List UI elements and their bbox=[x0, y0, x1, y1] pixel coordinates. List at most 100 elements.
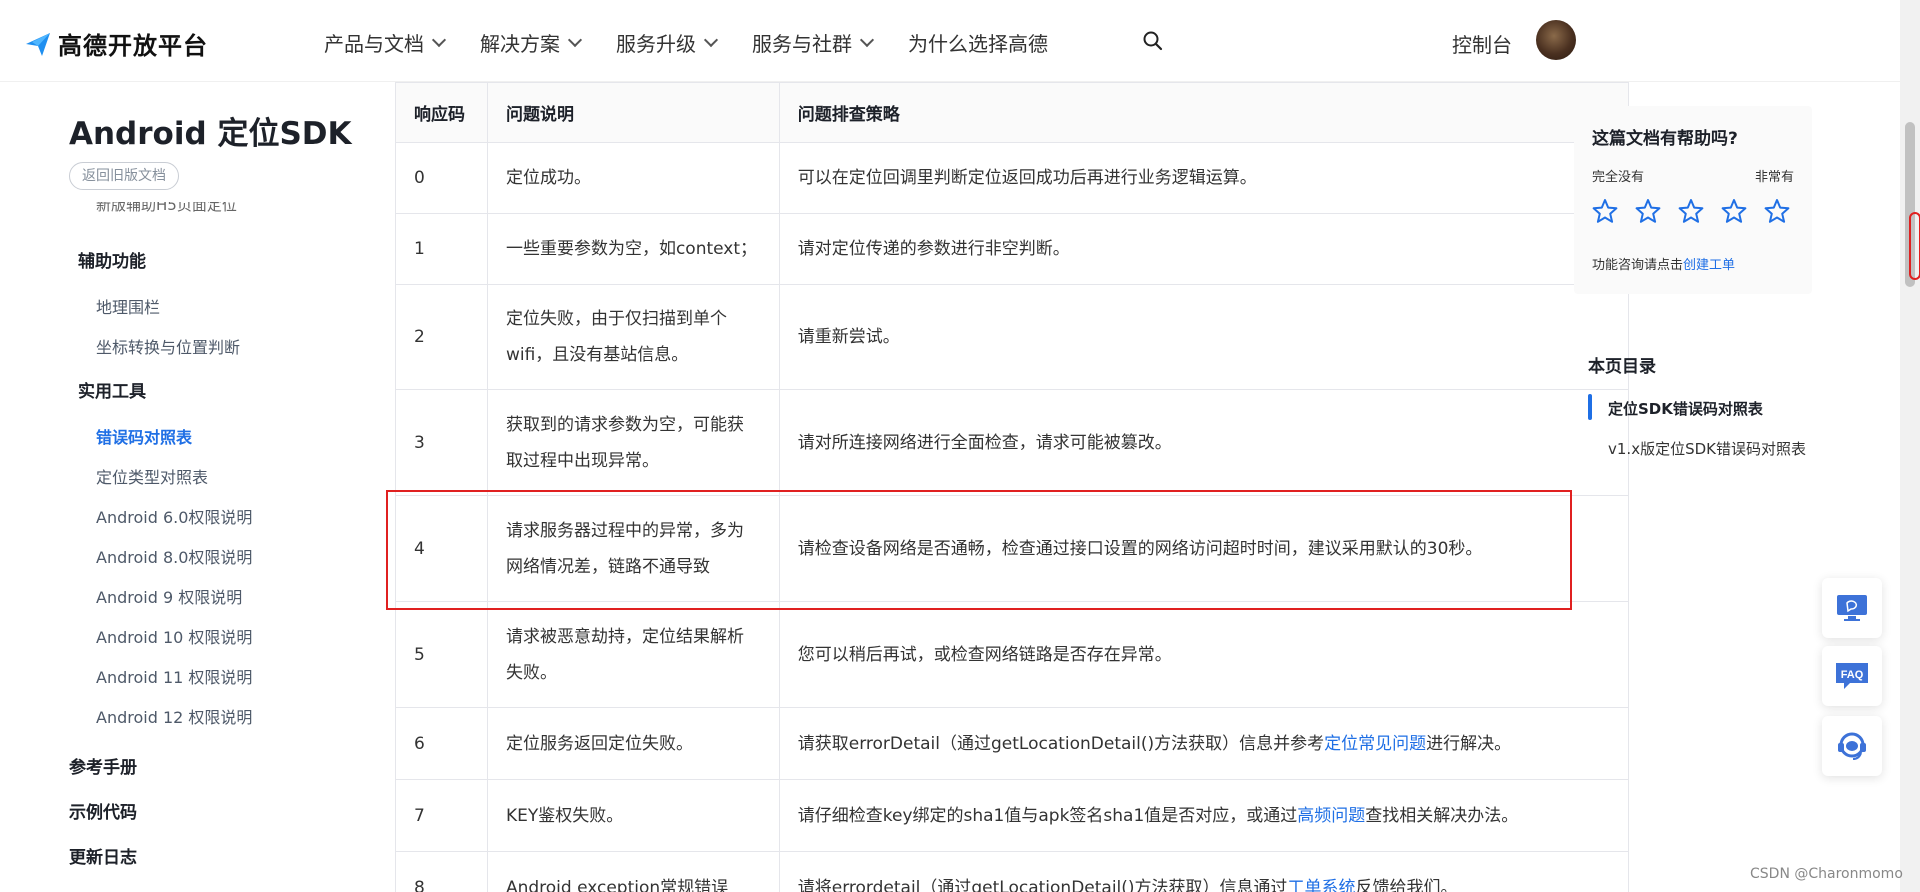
header-code: 响应码 bbox=[395, 82, 488, 143]
nav-label: 服务升级 bbox=[616, 32, 696, 56]
table-header-row: 响应码 问题说明 问题排查策略 bbox=[395, 82, 1629, 143]
cell-code: 5 bbox=[395, 601, 488, 708]
strategy-text: 查找相关解决办法。 bbox=[1365, 805, 1519, 826]
sidebar-item-android9[interactable]: Android 9 权限说明 bbox=[96, 584, 242, 608]
strategy-text: 请将errordetail（通过getLocationDetail()方法获取）… bbox=[797, 877, 1288, 892]
table-row: 5 请求被恶意劫持，定位结果解析失败。 您可以稍后再试，或检查网络链路是否存在异… bbox=[395, 601, 1629, 708]
ticket-system-link[interactable]: 工单系统 bbox=[1288, 878, 1356, 892]
page-scrollbar[interactable] bbox=[1900, 0, 1920, 892]
float-button-faq[interactable]: FAQ bbox=[1822, 646, 1882, 706]
logo-text: 高德开放平台 bbox=[58, 32, 208, 60]
table-row: 8 Android exception常规错误 请将errordetail（通过… bbox=[395, 851, 1629, 892]
cell-desc: 一些重要参数为空，如context； bbox=[486, 213, 780, 285]
top-navbar: 高德开放平台 产品与文档 解决方案 服务升级 服务与社群 为什么选择高德 控制台 bbox=[0, 0, 1900, 82]
feedback-card: 这篇文档有帮助吗? 完全没有 非常有 功能咨询请点击创建工单 bbox=[1574, 106, 1812, 294]
faq-link[interactable]: 定位常见问题 bbox=[1324, 734, 1426, 754]
sdk-title: Android 定位SDK bbox=[69, 116, 352, 152]
cell-code: 4 bbox=[395, 495, 488, 602]
toc-title: 本页目录 bbox=[1588, 357, 1656, 377]
table-row-highlighted: 4 请求服务器过程中的异常，多为网络情况差，链路不通导致 请检查设备网络是否通畅… bbox=[395, 495, 1629, 602]
strategy-text: 进行解决。 bbox=[1426, 733, 1512, 754]
cell-strategy: 请重新尝试。 bbox=[778, 284, 1629, 390]
logo-icon bbox=[26, 32, 50, 56]
cell-code: 8 bbox=[395, 851, 488, 892]
cell-desc: Android exception常规错误 bbox=[486, 851, 780, 892]
sidebar-item-geofence[interactable]: 地理围栏 bbox=[96, 294, 160, 318]
feedback-footer: 功能咨询请点击创建工单 bbox=[1592, 254, 1735, 273]
old-version-button[interactable]: 返回旧版文档 bbox=[69, 162, 179, 190]
cell-desc: 获取到的请求参数为空，可能获取过程中出现异常。 bbox=[486, 389, 780, 496]
cell-desc: 定位失败，由于仅扫描到单个wifi，且没有基站信息。 bbox=[486, 284, 780, 390]
sidebar-item-android6[interactable]: Android 6.0权限说明 bbox=[96, 504, 252, 528]
header-desc: 问题说明 bbox=[486, 82, 780, 143]
nav-why[interactable]: 为什么选择高德 bbox=[908, 28, 1048, 57]
sidebar-group-reference[interactable]: 参考手册 bbox=[69, 753, 137, 778]
chevron-down-icon bbox=[859, 32, 875, 47]
sidebar-item-error-codes[interactable]: 错误码对照表 bbox=[96, 424, 192, 448]
headset-icon bbox=[1838, 732, 1866, 760]
sidebar-item-coord[interactable]: 坐标转换与位置判断 bbox=[96, 334, 240, 358]
nav-label: 服务与社群 bbox=[752, 32, 852, 56]
float-button-chat[interactable] bbox=[1822, 578, 1882, 638]
hot-issues-link[interactable]: 高频问题 bbox=[1297, 806, 1365, 826]
sidebar-item-android11[interactable]: Android 11 权限说明 bbox=[96, 664, 252, 688]
cell-strategy: 请检查设备网络是否通畅，检查通过接口设置的网络访问超时时间，建议采用默认的30秒… bbox=[778, 495, 1629, 602]
sidebar-group-aux[interactable]: 辅助功能 bbox=[78, 247, 146, 272]
star-icon[interactable] bbox=[1721, 198, 1747, 224]
sidebar-group-tools[interactable]: 实用工具 bbox=[78, 377, 146, 402]
table-row: 0 定位成功。 可以在定位回调里判断定位返回成功后再进行业务逻辑运算。 bbox=[395, 142, 1629, 214]
cell-strategy: 您可以稍后再试，或检查网络链路是否存在异常。 bbox=[778, 601, 1629, 708]
nav-label: 解决方案 bbox=[480, 32, 560, 56]
feedback-title: 这篇文档有帮助吗? bbox=[1592, 129, 1738, 149]
strategy-text: 请仔细检查key绑定的sha1值与apk签名sha1值是否对应，或通过 bbox=[797, 805, 1298, 826]
svg-text:FAQ: FAQ bbox=[1841, 669, 1864, 681]
table-row: 3 获取到的请求参数为空，可能获取过程中出现异常。 请对所连接网络进行全面检查，… bbox=[395, 389, 1629, 496]
nav-solutions[interactable]: 解决方案 bbox=[480, 28, 583, 57]
search-icon[interactable] bbox=[1142, 30, 1164, 52]
star-icon[interactable] bbox=[1678, 198, 1704, 224]
create-ticket-link[interactable]: 创建工单 bbox=[1683, 258, 1735, 273]
star-icon[interactable] bbox=[1635, 198, 1661, 224]
float-button-support[interactable] bbox=[1822, 716, 1882, 776]
sidebar-item-android10[interactable]: Android 10 权限说明 bbox=[96, 624, 252, 648]
rating-low-label: 完全没有 bbox=[1592, 170, 1645, 185]
monitor-chat-icon bbox=[1837, 595, 1867, 621]
cell-desc: 请求被恶意劫持，定位结果解析失败。 bbox=[486, 601, 780, 708]
cell-strategy: 可以在定位回调里判断定位返回成功后再进行业务逻辑运算。 bbox=[778, 142, 1629, 214]
cell-code: 3 bbox=[395, 389, 488, 496]
cell-desc: KEY鉴权失败。 bbox=[486, 779, 780, 852]
sidebar-item-loc-types[interactable]: 定位类型对照表 bbox=[96, 464, 208, 488]
nav-upgrade[interactable]: 服务升级 bbox=[616, 28, 719, 57]
sidebar-group-changelog[interactable]: 更新日志 bbox=[69, 843, 137, 868]
sidebar-group-examples[interactable]: 示例代码 bbox=[69, 798, 137, 823]
nav-products[interactable]: 产品与文档 bbox=[324, 28, 447, 57]
chevron-down-icon bbox=[703, 32, 719, 47]
table-row: 7 KEY鉴权失败。 请仔细检查key绑定的sha1值与apk签名sha1值是否… bbox=[395, 779, 1629, 852]
sidebar-item-android8[interactable]: Android 8.0权限说明 bbox=[96, 544, 252, 568]
cell-strategy: 请对定位传递的参数进行非空判断。 bbox=[778, 213, 1629, 285]
sidebar-item-h5[interactable]: 新版辅助H5页面定位 bbox=[96, 202, 237, 214]
toc-item-error-codes[interactable]: 定位SDK错误码对照表 bbox=[1608, 398, 1763, 419]
star-icon[interactable] bbox=[1764, 198, 1790, 224]
cell-code: 2 bbox=[395, 284, 488, 390]
table-row: 2 定位失败，由于仅扫描到单个wifi，且没有基站信息。 请重新尝试。 bbox=[395, 284, 1629, 390]
cell-code: 7 bbox=[395, 779, 488, 852]
feedback-footer-text: 功能咨询请点击 bbox=[1592, 258, 1684, 273]
nav-community[interactable]: 服务与社群 bbox=[752, 28, 875, 57]
cell-code: 1 bbox=[395, 213, 488, 285]
error-code-table-wrap: 响应码 问题说明 问题排查策略 0 定位成功。 可以在定位回调里判断定位返回成功… bbox=[395, 82, 1629, 892]
cell-code: 6 bbox=[395, 707, 488, 780]
cell-code: 0 bbox=[395, 142, 488, 214]
strategy-text: 请获取errorDetail（通过getLocationDetail()方法获取… bbox=[797, 733, 1325, 754]
avatar[interactable] bbox=[1536, 20, 1576, 60]
logo[interactable]: 高德开放平台 bbox=[24, 26, 208, 61]
cell-strategy: 请获取errorDetail（通过getLocationDetail()方法获取… bbox=[778, 707, 1629, 780]
sidebar-item-android12[interactable]: Android 12 权限说明 bbox=[96, 704, 252, 728]
rating-stars bbox=[1592, 198, 1790, 224]
cell-desc: 定位成功。 bbox=[486, 142, 780, 214]
toc-item-v1-error-codes[interactable]: v1.x版定位SDK错误码对照表 bbox=[1608, 438, 1806, 459]
star-icon[interactable] bbox=[1592, 198, 1618, 224]
scroll-highlight-marker bbox=[1909, 212, 1920, 280]
console-link[interactable]: 控制台 bbox=[1452, 29, 1512, 58]
table-row: 6 定位服务返回定位失败。 请获取errorDetail（通过getLocati… bbox=[395, 707, 1629, 780]
